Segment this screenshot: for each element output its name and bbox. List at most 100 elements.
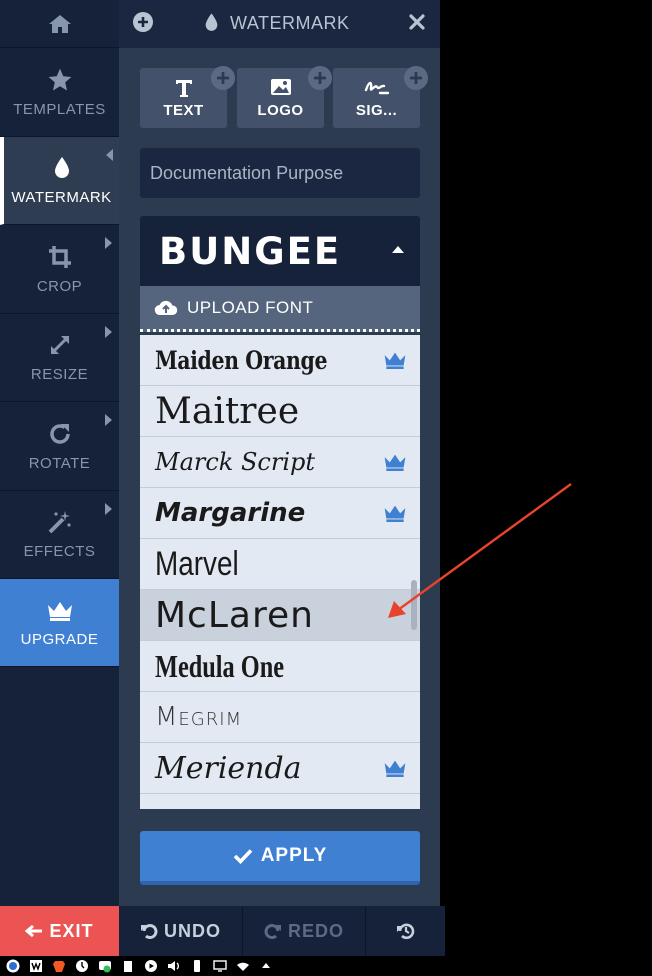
- font-option-medula-one[interactable]: Medula One: [140, 641, 420, 692]
- rotate-icon: [48, 421, 72, 447]
- font-option-label: Margarine: [155, 498, 306, 528]
- cloud-upload-icon: [154, 299, 178, 316]
- nav-effects[interactable]: EFFECTS: [0, 491, 119, 579]
- exit-label: EXIT: [49, 920, 94, 941]
- bottom-bar: EXIT UNDO REDO: [0, 906, 652, 956]
- brave-browser-icon[interactable]: [52, 959, 66, 973]
- nav-resize-label: RESIZE: [30, 366, 89, 383]
- nav-watermark-label: WATERMARK: [11, 189, 112, 206]
- font-option-margarine[interactable]: Margarine: [140, 488, 420, 539]
- font-option-label: Megrim: [155, 702, 243, 732]
- droplet-icon: [204, 12, 219, 33]
- wifi-icon[interactable]: [236, 959, 250, 973]
- font-option-label: Maiden Orange: [155, 345, 328, 375]
- display-icon[interactable]: [213, 959, 227, 973]
- nav-upgrade[interactable]: UPGRADE: [0, 579, 119, 667]
- redo-label: REDO: [287, 920, 344, 941]
- home-icon: [48, 11, 72, 37]
- history-button[interactable]: [366, 906, 445, 956]
- crown-icon: [382, 452, 408, 476]
- crown-icon: [382, 758, 408, 782]
- expand-caret-icon: [105, 414, 112, 426]
- caret-up-icon: [392, 246, 404, 253]
- nav-effects-label: EFFECTS: [23, 543, 96, 560]
- nav-resize[interactable]: RESIZE: [0, 314, 119, 402]
- system-taskbar: [0, 956, 652, 976]
- battery-icon[interactable]: [190, 959, 204, 973]
- info-icon[interactable]: [6, 959, 20, 973]
- type-text-label: TEXT: [163, 102, 204, 119]
- type-signature-label: SIG...: [355, 102, 398, 119]
- panel-title: WATERMARK: [230, 13, 350, 33]
- nav-rotate[interactable]: ROTATE: [0, 402, 119, 491]
- history-icon: [396, 921, 416, 941]
- add-icon[interactable]: [133, 12, 153, 32]
- undo-label: UNDO: [164, 920, 221, 941]
- font-option-label: McLaren: [155, 594, 314, 636]
- type-text-button[interactable]: TEXT: [140, 66, 235, 128]
- nav-templates[interactable]: TEMPLATES: [0, 48, 119, 137]
- font-dropdown[interactable]: BUNGEE: [140, 216, 420, 286]
- font-option-megrim[interactable]: Megrim: [140, 692, 420, 743]
- tray-expand-icon[interactable]: [259, 959, 273, 973]
- droplet-icon: [53, 155, 71, 181]
- close-icon[interactable]: [409, 14, 425, 30]
- expand-caret-icon: [105, 237, 112, 249]
- font-option-maitree[interactable]: Maitree: [140, 386, 420, 437]
- nav-crop[interactable]: CROP: [0, 225, 119, 314]
- font-option-marck-script[interactable]: Marck Script: [140, 437, 420, 488]
- undo-icon: [140, 922, 158, 940]
- font-option-label: Marvel: [155, 544, 239, 583]
- apply-button[interactable]: APPLY: [140, 831, 420, 885]
- collapse-caret-icon: [106, 149, 113, 161]
- add-text-plus-icon: [211, 66, 235, 90]
- nav-watermark[interactable]: WATERMARK: [0, 137, 119, 225]
- font-option-label: Maitree: [155, 390, 300, 432]
- watermark-text-input[interactable]: [140, 148, 420, 198]
- crown-icon: [382, 350, 408, 374]
- crop-icon: [48, 244, 72, 270]
- magic-wand-icon: [47, 509, 73, 535]
- star-icon: [47, 67, 73, 93]
- annotation-arrow: [388, 483, 572, 618]
- nav-home[interactable]: [0, 0, 119, 48]
- nav-crop-label: CROP: [36, 277, 83, 295]
- nav-templates-label: TEMPLATES: [13, 100, 106, 118]
- redo-icon: [264, 922, 282, 940]
- left-nav: TEMPLATES WATERMARK CROP RESIZE ROTATE E: [0, 0, 119, 906]
- font-option-marvel[interactable]: Marvel: [140, 539, 420, 590]
- type-logo-button[interactable]: LOGO: [237, 66, 332, 128]
- font-option-label: Medula One: [155, 647, 285, 684]
- resize-icon: [48, 332, 72, 358]
- word-app-icon[interactable]: [29, 959, 43, 973]
- volume-icon[interactable]: [167, 959, 181, 973]
- font-list[interactable]: Maiden Orange Maitree Marck Script Marga…: [140, 335, 420, 809]
- arrow-left-icon: [25, 924, 43, 938]
- expand-caret-icon: [105, 326, 112, 338]
- crown-icon: [46, 597, 74, 623]
- type-signature-button[interactable]: SIG...: [333, 66, 428, 128]
- clipboard-icon[interactable]: [121, 959, 135, 973]
- panel-header: WATERMARK: [119, 0, 440, 48]
- chat-icon[interactable]: [98, 959, 112, 973]
- apply-label: APPLY: [260, 845, 328, 866]
- font-option-maiden-orange[interactable]: Maiden Orange: [140, 335, 420, 386]
- font-option-merienda[interactable]: Merienda: [140, 743, 420, 794]
- redo-button[interactable]: REDO: [243, 906, 366, 956]
- type-logo-label: LOGO: [257, 102, 304, 119]
- nav-rotate-label: ROTATE: [28, 454, 91, 472]
- add-logo-plus-icon: [308, 66, 332, 90]
- clock-icon[interactable]: [75, 959, 89, 973]
- nav-upgrade-label: UPGRADE: [20, 631, 99, 648]
- play-icon[interactable]: [144, 959, 158, 973]
- font-option-label: Marck Script: [155, 448, 316, 476]
- exit-button[interactable]: EXIT: [0, 906, 119, 956]
- font-option-label: Merienda: [155, 750, 302, 786]
- upload-font-label: UPLOAD FONT: [187, 297, 314, 317]
- font-option-mclaren[interactable]: McLaren: [140, 590, 420, 641]
- upload-font-button[interactable]: UPLOAD FONT: [140, 286, 420, 332]
- expand-caret-icon: [105, 503, 112, 515]
- checkmark-icon: [233, 848, 253, 864]
- undo-button[interactable]: UNDO: [119, 906, 243, 956]
- add-signature-plus-icon: [404, 66, 428, 90]
